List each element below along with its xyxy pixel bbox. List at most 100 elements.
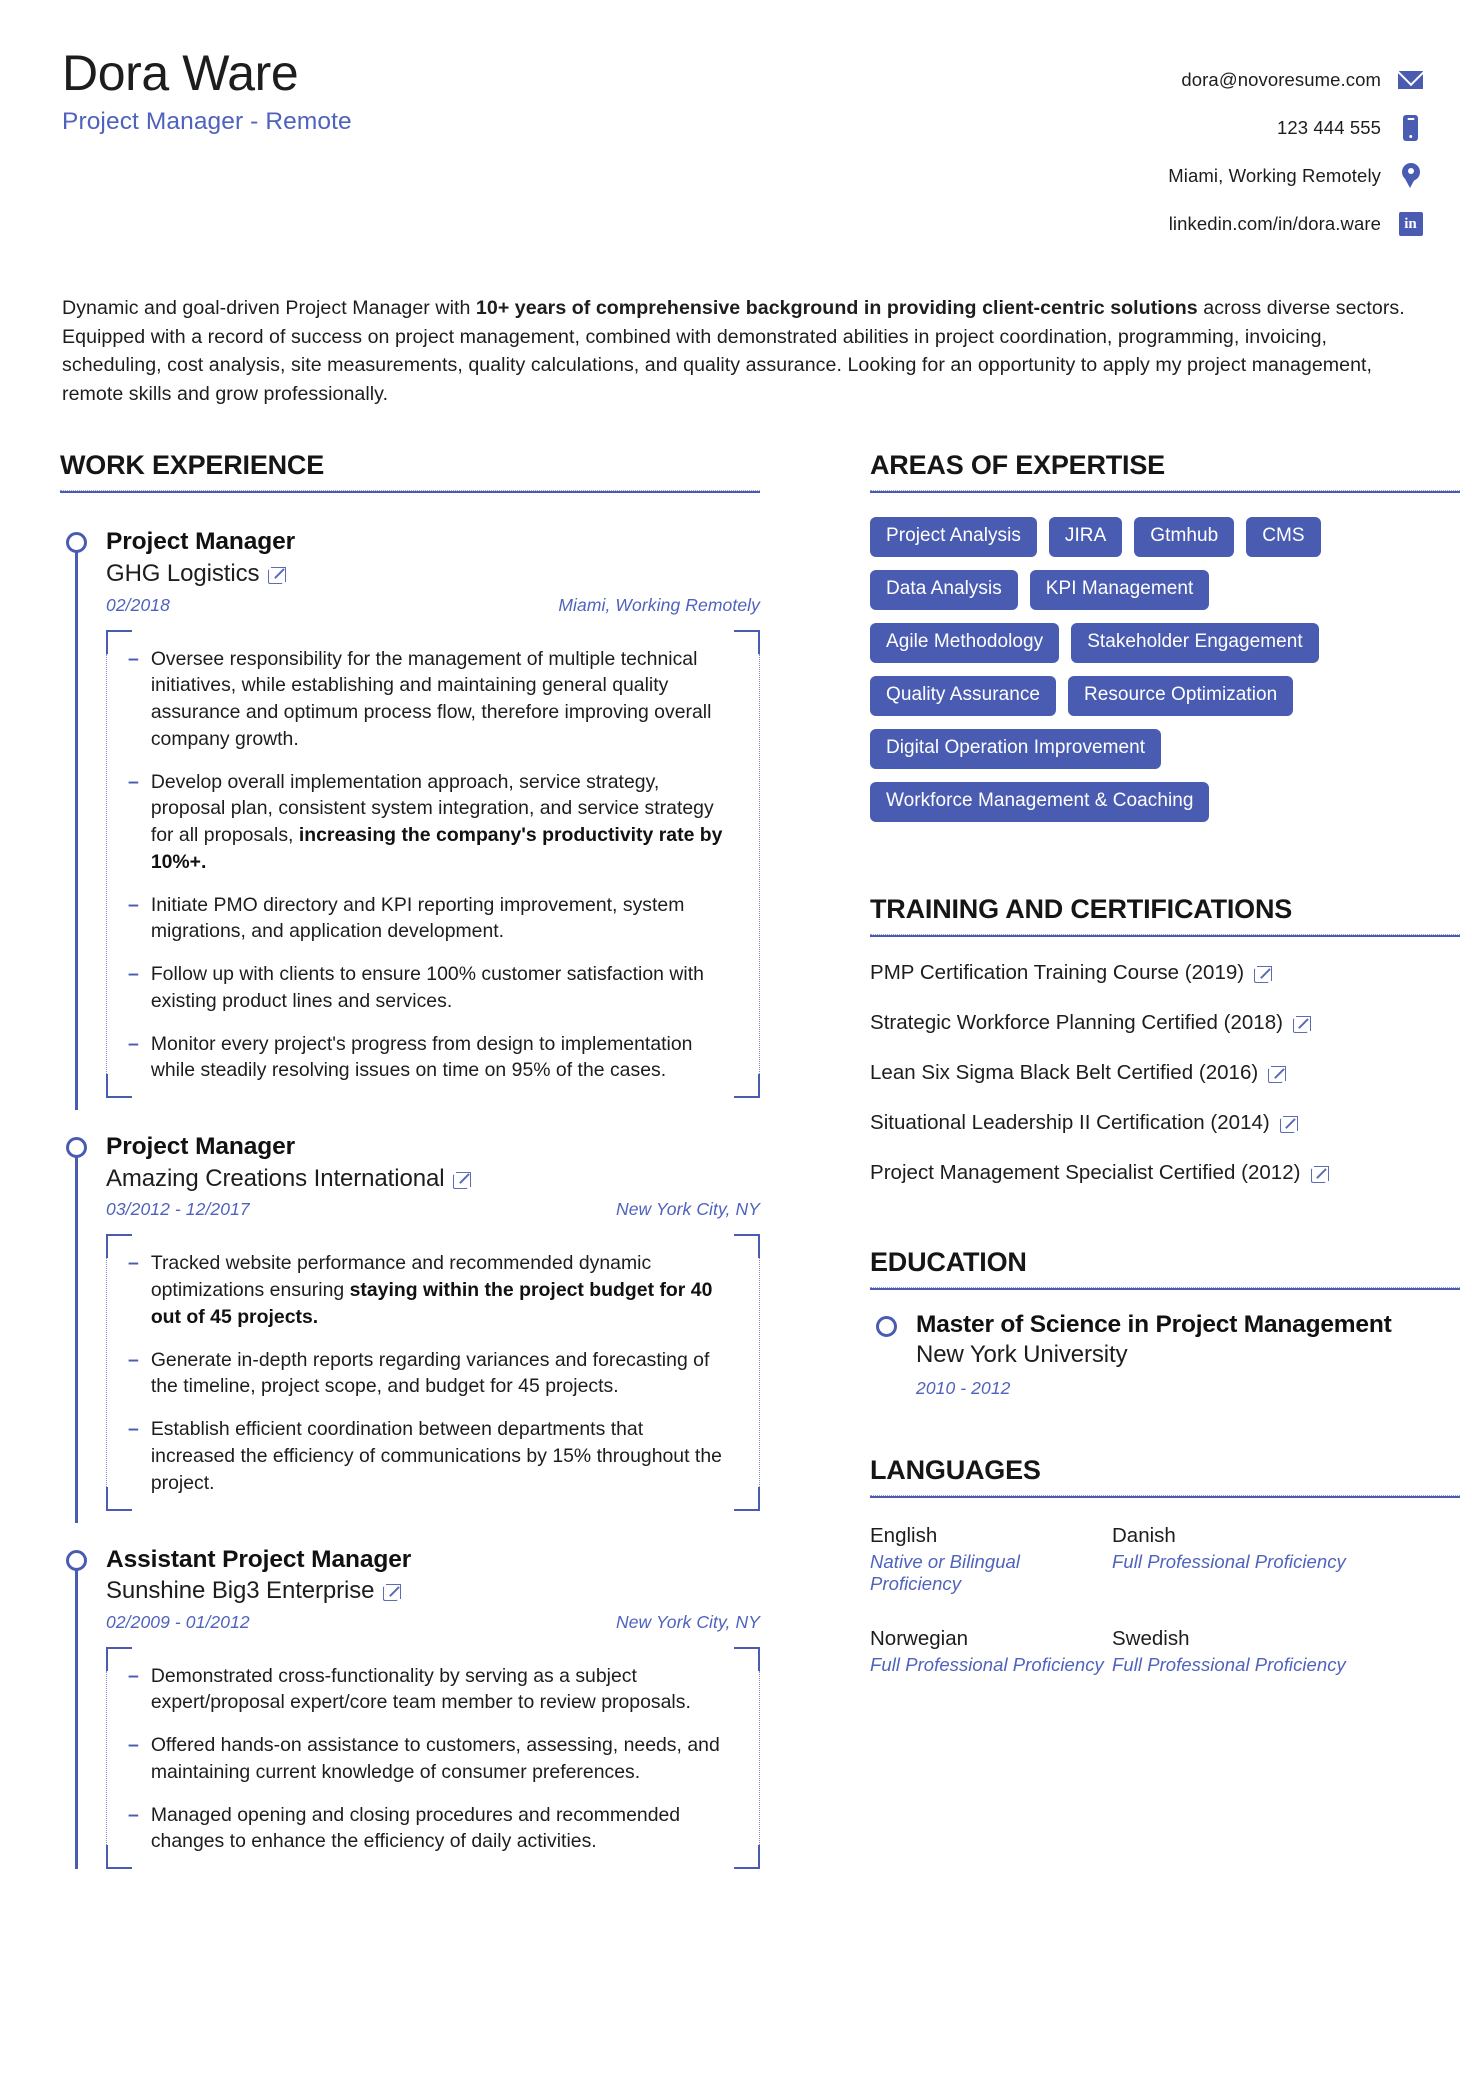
bullet-text-main: Demonstrated cross-functionality by serv… bbox=[150, 1664, 691, 1714]
job-location: New York City, NY bbox=[615, 1199, 760, 1220]
job-company: Amazing Creations International bbox=[106, 1164, 760, 1193]
bracket-corner bbox=[734, 1486, 760, 1511]
language-name: Danish bbox=[1112, 1524, 1176, 1548]
certification-item: Situational Leadership II Certification … bbox=[870, 1111, 1460, 1135]
language-level: Full Professional Proficiency bbox=[870, 1654, 1104, 1676]
bullet-dash-icon: – bbox=[128, 1348, 139, 1371]
bullet-text: Establish efficient coordination between… bbox=[151, 1416, 730, 1496]
left-column: WORK EXPERIENCE Project Manager GHG Logis… bbox=[60, 450, 770, 1870]
resume-header: Dora Ware Project Manager - Remote dora@… bbox=[60, 46, 1424, 248]
job-location: Miami, Working Remotely bbox=[558, 594, 760, 615]
job-bullet: – Demonstrated cross-functionality by ser… bbox=[128, 1663, 730, 1717]
contact-value: Miami, Working Remotely bbox=[1168, 165, 1381, 186]
contact-row[interactable]: 123 444 555 bbox=[994, 104, 1424, 152]
job-company: GHG Logistics bbox=[106, 559, 760, 588]
contact-list: dora@novoresume.com 123 444 555 Miami, Wor… bbox=[994, 46, 1424, 248]
section-divider bbox=[870, 1287, 1460, 1290]
timeline-dot-icon bbox=[66, 1137, 87, 1159]
contact-row[interactable]: dora@novoresume.com bbox=[994, 56, 1424, 104]
bracket-corner bbox=[106, 629, 132, 654]
bracket-corner bbox=[734, 1234, 760, 1259]
section-divider bbox=[60, 490, 760, 494]
job-company-name: GHG Logistics bbox=[106, 560, 260, 588]
bracket-edge bbox=[759, 653, 760, 1075]
bullet-text-main: Initiate PMO directory and KPI reporting… bbox=[150, 893, 685, 943]
bracket-edge bbox=[106, 1258, 107, 1487]
certification-item: Project Management Specialist Certified … bbox=[870, 1161, 1460, 1185]
bracket-corner bbox=[734, 1074, 760, 1099]
certification-label: Project Management Specialist Certified … bbox=[870, 1161, 1301, 1184]
language-level: Native or Bilingual Proficiency bbox=[870, 1551, 1021, 1595]
work-experience-entry: Project Manager GHG Logistics 02/2018 Miami… bbox=[60, 527, 760, 1111]
external-link-icon[interactable] bbox=[1279, 1116, 1298, 1133]
contact-row[interactable]: linkedin.com/in/dora.ware in bbox=[994, 200, 1424, 248]
expertise-tag: Quality Assurance bbox=[870, 676, 1056, 717]
bullet-text-main: Monitor every project's progress from de… bbox=[150, 1032, 693, 1082]
identity-block: Dora Ware Project Manager - Remote bbox=[62, 46, 352, 136]
language-name: Swedish bbox=[1112, 1627, 1190, 1651]
resume-body: WORK EXPERIENCE Project Manager GHG Logis… bbox=[60, 450, 1460, 1870]
education-dates: 2010 - 2012 bbox=[916, 1378, 1011, 1399]
job-bullet: – Tracked website performance and recomme… bbox=[128, 1250, 730, 1330]
contact-row[interactable]: Miami, Working Remotely bbox=[994, 152, 1424, 200]
bracket-edge bbox=[106, 1670, 107, 1846]
external-link-icon[interactable] bbox=[1293, 1016, 1311, 1033]
timeline-line bbox=[74, 1146, 78, 1523]
expertise-tag: Workforce Management & Coaching bbox=[870, 782, 1210, 822]
bullet-text: Demonstrated cross-functionality by serv… bbox=[151, 1663, 730, 1717]
expertise-tag: KPI Management bbox=[1029, 570, 1210, 611]
job-company: Sunshine Big3 Enterprise bbox=[106, 1576, 760, 1605]
job-company-name: Amazing Creations International bbox=[106, 1165, 445, 1193]
education-degree: Master of Science in Project Management bbox=[916, 1311, 1392, 1338]
bullet-text: Follow up with clients to ensure 100% cu… bbox=[151, 961, 730, 1015]
external-link-icon[interactable] bbox=[1310, 1166, 1329, 1183]
external-link-icon[interactable] bbox=[453, 1171, 472, 1189]
bullet-dash-icon: – bbox=[128, 1418, 139, 1441]
timeline-line bbox=[74, 1558, 78, 1870]
expertise-tag: Stakeholder Engagement bbox=[1071, 623, 1319, 664]
language-name: Norwegian bbox=[870, 1627, 968, 1651]
bullet-text: Generate in-depth reports regarding vari… bbox=[151, 1347, 730, 1401]
language-item: Norwegian Full Professional Proficiency bbox=[870, 1627, 1112, 1676]
expertise-tag: Resource Optimization bbox=[1067, 676, 1294, 717]
language-name: English bbox=[870, 1524, 938, 1548]
certification-label: Strategic Workforce Planning Certified (… bbox=[870, 1011, 1283, 1034]
bullet-text: Offered hands-on assistance to customers… bbox=[151, 1732, 730, 1786]
timeline-dot-icon bbox=[66, 1549, 87, 1571]
language-level: Full Professional Proficiency bbox=[1112, 1551, 1346, 1573]
bullet-text-main: Oversee responsibility for the managemen… bbox=[150, 647, 712, 750]
job-bullet: – Initiate PMO directory and KPI reportin… bbox=[128, 892, 730, 946]
resume-page: Dora Ware Project Manager - Remote dora@… bbox=[0, 0, 1484, 2100]
job-bullet-box: – Tracked website performance and recomme… bbox=[106, 1234, 760, 1511]
expertise-tag-list: Project Analysis JIRA Gtmhub CMS Data Analys… bbox=[870, 517, 1400, 822]
external-link-icon[interactable] bbox=[1268, 1066, 1287, 1083]
bullet-dash-icon: – bbox=[128, 647, 139, 670]
bracket-corner bbox=[106, 1845, 132, 1870]
summary-highlight: 10+ years of comprehensive background in… bbox=[475, 297, 1198, 319]
certification-label: PMP Certification Training Course (2019) bbox=[870, 961, 1245, 984]
job-bullet: – Follow up with clients to ensure 100% c… bbox=[128, 961, 730, 1015]
job-bullet: – Oversee responsibility for the manageme… bbox=[128, 646, 730, 753]
bullet-dash-icon: – bbox=[128, 893, 139, 916]
external-link-icon[interactable] bbox=[383, 1584, 402, 1601]
bullet-text: Initiate PMO directory and KPI reporting… bbox=[151, 892, 730, 946]
work-experience-list: Project Manager GHG Logistics 02/2018 Miami… bbox=[60, 527, 760, 1870]
section-heading-work-experience: WORK EXPERIENCE bbox=[60, 450, 325, 481]
certification-list: PMP Certification Training Course (2019)… bbox=[870, 961, 1460, 1185]
bracket-edge bbox=[759, 1258, 760, 1487]
bullet-dash-icon: – bbox=[128, 770, 139, 793]
language-item: English Native or Bilingual Proficiency bbox=[870, 1524, 1112, 1595]
external-link-icon[interactable] bbox=[268, 566, 287, 584]
bracket-corner bbox=[734, 629, 760, 654]
job-meta: 02/2018 Miami, Working Remotely bbox=[106, 595, 760, 616]
bullet-text: Oversee responsibility for the managemen… bbox=[151, 646, 730, 753]
job-bullet: – Offered hands-on assistance to customer… bbox=[128, 1732, 730, 1786]
bracket-corner bbox=[106, 1646, 132, 1671]
linkedin-icon: in bbox=[1397, 212, 1424, 236]
external-link-icon[interactable] bbox=[1254, 966, 1273, 983]
bullet-dash-icon: – bbox=[128, 963, 139, 986]
certification-item: PMP Certification Training Course (2019) bbox=[870, 961, 1460, 985]
bracket-corner bbox=[106, 1234, 132, 1259]
job-meta: 02/2009 - 01/2012 New York City, NY bbox=[106, 1612, 760, 1633]
job-bullet: – Establish efficient coordination betwee… bbox=[128, 1416, 730, 1496]
